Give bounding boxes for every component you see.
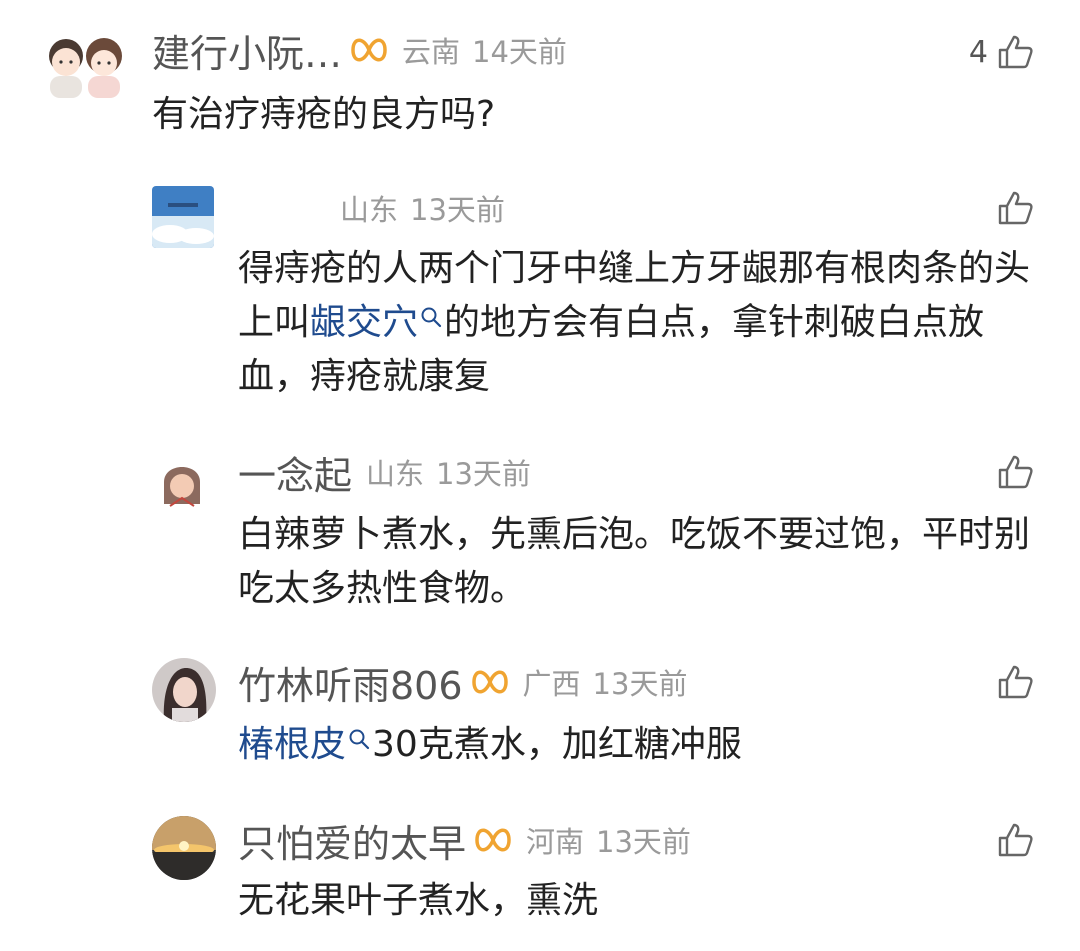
comment-text: 得痔疮的人两个门牙中缝上方牙龈那有根肉条的头上叫龈交穴 的地方会有白点，拿针刺破白… [238,242,1038,404]
timestamp: 14天前 [472,35,567,69]
timestamp: 13天前 [592,667,688,701]
thumbs-up-icon [998,455,1033,489]
thumbs-up-icon [998,665,1033,699]
avatar[interactable] [152,186,214,248]
avatar[interactable] [42,30,128,100]
comment-text-part: 30克煮水，加红糖冲服 [372,724,742,765]
comment-item: 山东 13天前 得痔疮的人两个门牙中缝上方牙龈那有根肉条的头上叫龈交穴 的地方会有… [0,170,1080,430]
comment-item: 建行小阮… 云南 14天前 4 有治疗痔疮的良方吗? [0,0,1080,150]
username[interactable]: 一念起 [238,445,352,500]
like-button[interactable] [988,660,1034,704]
timestamp: 13天前 [436,457,531,491]
comment-meta: 只怕爱的太早 河南 13天前 [238,818,691,866]
keyword-link[interactable]: 椿根皮 [238,724,346,765]
username[interactable]: 建行小阮… [152,23,342,78]
comment-item: 一念起 山东 13天前 白辣萝卜煮水，先熏后泡。吃饭不要过饱，平时别吃太多热性食… [0,438,1080,628]
thumbs-up-icon [998,823,1033,857]
infinity-badge-icon [474,823,512,857]
search-icon[interactable] [420,306,442,328]
avatar[interactable] [150,448,214,512]
timestamp: 13天前 [410,193,505,227]
comment-meta: 一念起 山东 13天前 [238,450,531,498]
avatar[interactable] [152,816,216,880]
location: 广西 [522,667,581,701]
username[interactable]: 只怕爱的太早 [238,813,466,868]
like-button[interactable] [988,818,1034,862]
comment-item: 只怕爱的太早 河南 13天前 无花果叶子煮水，熏洗 [0,808,1080,951]
comment-meta: 山东 13天前 [340,186,505,230]
location: 山东 [340,193,399,227]
avatar[interactable] [152,658,216,722]
comment-meta: 竹林听雨806 广西 13天前 [238,660,688,708]
location: 山东 [366,457,425,491]
keyword-link[interactable]: 龈交穴 [310,302,418,343]
like-count: 4 [968,34,988,70]
thumbs-up-icon [998,191,1033,225]
comment-text: 椿根皮 30克煮水，加红糖冲服 [238,718,1038,772]
username[interactable]: 竹林听雨806 [238,655,463,710]
comment-text: 有治疗痔疮的良方吗? [152,94,496,135]
thumbs-up-icon [998,35,1033,69]
like-button[interactable] [988,450,1034,494]
comment-text: 白辣萝卜煮水，先熏后泡。吃饭不要过饱，平时别吃太多热性食物。 [238,514,1031,609]
infinity-badge-icon [350,33,388,67]
comment-text: 无花果叶子煮水，熏洗 [238,880,599,921]
like-button[interactable] [988,186,1034,230]
infinity-badge-icon [471,665,509,699]
location: 河南 [526,825,585,859]
search-icon[interactable] [348,728,370,750]
like-button[interactable]: 4 [969,30,1034,74]
comment-item: 竹林听雨806 广西 13天前 椿根皮 30克煮水，加红糖冲服 [0,650,1080,790]
location: 云南 [402,35,461,69]
comment-meta: 建行小阮… 云南 14天前 [152,28,567,76]
timestamp: 13天前 [596,825,691,859]
